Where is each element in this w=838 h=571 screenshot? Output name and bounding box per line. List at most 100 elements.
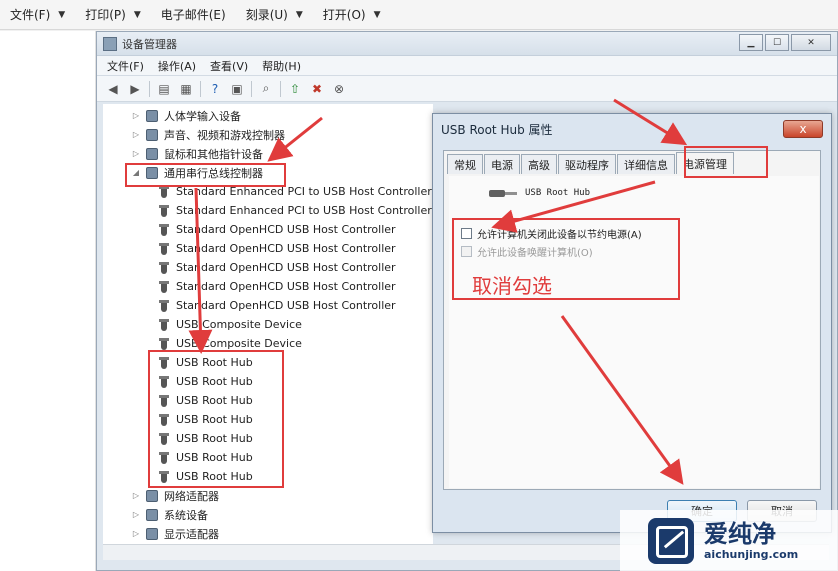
properties-icon[interactable]: ▤ [156, 81, 172, 97]
annotation-box-power-tab [684, 146, 768, 178]
expand-arrow-icon[interactable]: ▷ [131, 491, 141, 500]
tree-item-label: USB Composite Device [176, 337, 302, 350]
tree-category[interactable]: ▷ 鼠标和其他指针设备 [131, 144, 263, 163]
list-view-icon[interactable]: ▦ [178, 81, 194, 97]
watermark: 爱纯净 aichunjing.com [620, 510, 838, 571]
outer-menu-file[interactable]: 文件(F) ▼ [10, 6, 65, 23]
outer-menu-label: 打开(O) [322, 8, 366, 22]
scan-hardware-icon[interactable]: ⌕ [258, 81, 274, 97]
window-title: 设备管理器 [122, 37, 177, 51]
window-controls: ▁ ☐ ✕ [737, 34, 831, 51]
tree-item-label: USB Composite Device [176, 318, 302, 331]
tree-device[interactable]: Standard OpenHCD USB Host Controller [157, 277, 396, 296]
outer-menu-burn[interactable]: 刻录(U) ▼ [246, 6, 303, 23]
tree-item-label: 人体学输入设备 [164, 109, 241, 123]
dialog-close-button[interactable]: x [783, 120, 823, 138]
tree-item-label: Standard OpenHCD USB Host Controller [176, 242, 396, 255]
menu-file[interactable]: 文件(F) [107, 58, 144, 74]
tree-item-label: 声音、视频和游戏控制器 [164, 128, 285, 142]
tree-item-label: Standard Enhanced PCI to USB Host Contro… [176, 204, 432, 217]
outer-menu-label: 打印(P) [85, 8, 126, 22]
tree-item-label: 显示适配器 [164, 527, 219, 541]
tree-item-label: Standard OpenHCD USB Host Controller [176, 223, 396, 236]
tab-general[interactable]: 常规 [447, 154, 483, 174]
tab-details[interactable]: 详细信息 [617, 154, 675, 174]
tree-device[interactable]: Standard OpenHCD USB Host Controller [157, 239, 396, 258]
expand-arrow-icon[interactable]: ▷ [131, 111, 141, 120]
tree-category[interactable]: ▷ 网络适配器 [131, 486, 219, 505]
outer-menu-label: 电子邮件(E) [160, 8, 226, 22]
tree-item-label: 网络适配器 [164, 489, 219, 503]
device-category-icon [145, 128, 159, 142]
watermark-brand: 爱纯净 [704, 519, 776, 548]
menu-action[interactable]: 操作(A) [158, 58, 196, 74]
disable-device-icon[interactable]: ⊗ [331, 81, 347, 97]
device-manager-titlebar: 设备管理器 ▁ ☐ ✕ [97, 32, 837, 56]
device-category-icon [145, 508, 159, 522]
outer-menu-label: 文件(F) [10, 8, 51, 22]
device-manager-menubar: 文件(F) 操作(A) 查看(V) 帮助(H) [97, 56, 837, 76]
toolbar-separator [280, 80, 281, 97]
outer-menu-print[interactable]: 打印(P) ▼ [85, 6, 141, 23]
tree-category[interactable]: ▷ 系统设备 [131, 505, 208, 524]
chevron-down-icon: ▼ [295, 9, 303, 20]
aichunjing-logo-icon [648, 517, 694, 564]
tree-category[interactable]: ▷ 人体学输入设备 [131, 106, 241, 125]
menu-help[interactable]: 帮助(H) [262, 58, 301, 74]
dialog-title: USB Root Hub 属性 [441, 122, 553, 137]
tree-category[interactable]: ▷ 声音、视频和游戏控制器 [131, 125, 285, 144]
chevron-down-icon: ▼ [133, 9, 141, 20]
show-view-icon[interactable]: ▣ [229, 81, 245, 97]
device-category-icon [145, 527, 159, 541]
device-category-icon [145, 489, 159, 503]
usb-plug-icon [157, 261, 171, 275]
tree-device[interactable]: Standard OpenHCD USB Host Controller [157, 220, 396, 239]
tree-device[interactable]: Standard OpenHCD USB Host Controller [157, 258, 396, 277]
tree-device[interactable]: USB Composite Device [157, 315, 302, 334]
tree-device[interactable]: Standard OpenHCD USB Host Controller [157, 296, 396, 315]
outer-menubar: 文件(F) ▼ 打印(P) ▼ 电子邮件(E) 刻录(U) ▼ 打开(O) ▼ [0, 0, 838, 30]
tab-driver[interactable]: 驱动程序 [558, 154, 616, 174]
back-arrow-icon[interactable]: ◀ [105, 81, 121, 97]
annotation-box-root-hubs [148, 350, 284, 488]
tree-category[interactable]: ▷ 显示适配器 [131, 524, 219, 543]
chevron-down-icon: ▼ [373, 9, 381, 20]
device-name: USB Root Hub [525, 188, 591, 198]
expand-arrow-icon[interactable]: ▷ [131, 510, 141, 519]
toolbar-separator [149, 80, 150, 97]
update-driver-icon[interactable]: ⇧ [287, 81, 303, 97]
maximize-button[interactable]: ☐ [765, 34, 789, 51]
usb-plug-icon [157, 299, 171, 313]
tree-item-label: Standard OpenHCD USB Host Controller [176, 299, 396, 312]
tree-device[interactable]: Standard Enhanced PCI to USB Host Contro… [157, 201, 432, 220]
expand-arrow-icon[interactable]: ▷ [131, 149, 141, 158]
outer-menu-open[interactable]: 打开(O) ▼ [323, 6, 381, 23]
minimize-button[interactable]: ▁ [739, 34, 763, 51]
expand-arrow-icon[interactable]: ▷ [131, 130, 141, 139]
help-icon[interactable]: ? [207, 81, 223, 97]
device-category-icon [145, 147, 159, 161]
usb-plug-icon [157, 242, 171, 256]
menu-view[interactable]: 查看(V) [210, 58, 248, 74]
device-manager-icon [103, 36, 117, 51]
tab-advanced[interactable]: 高级 [521, 154, 557, 174]
expand-arrow-icon[interactable]: ▷ [131, 529, 141, 538]
device-category-icon [145, 109, 159, 123]
annotation-uncheck-text: 取消勾选 [472, 274, 552, 298]
outer-menu-email[interactable]: 电子邮件(E) [161, 6, 226, 23]
tree-item-label: Standard OpenHCD USB Host Controller [176, 261, 396, 274]
properties-dialog: USB Root Hub 属性 x 常规 电源 高级 驱动程序 详细信息 电源管… [432, 113, 832, 533]
usb-plug-icon [157, 223, 171, 237]
annotation-box-usb-controllers [125, 163, 286, 187]
device-header: USB Root Hub [489, 186, 590, 200]
left-panel [0, 31, 96, 571]
close-button[interactable]: ✕ [791, 34, 831, 51]
toolbar-separator [200, 80, 201, 97]
chevron-down-icon: ▼ [58, 9, 66, 20]
tab-power[interactable]: 电源 [484, 154, 520, 174]
forward-arrow-icon[interactable]: ▶ [127, 81, 143, 97]
device-manager-toolbar: ◀ ▶ ▤ ▦ ? ▣ ⌕ ⇧ ✖ ⊗ [97, 76, 837, 102]
uninstall-icon[interactable]: ✖ [309, 81, 325, 97]
outer-menu-label: 刻录(U) [245, 8, 288, 22]
usb-plug-icon [157, 318, 171, 332]
